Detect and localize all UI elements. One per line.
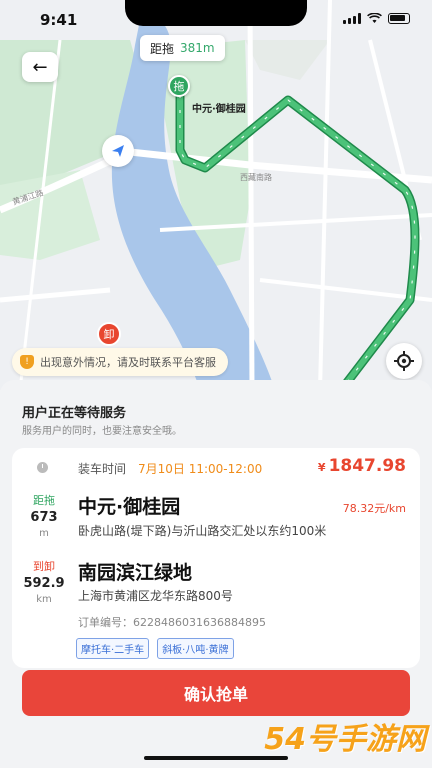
order-tags: 摩托车·二手车 斜板·八吨·黄牌 [76,638,234,659]
pickup-distance-unit: m [39,528,49,539]
destination-marker[interactable]: 卸 [97,322,121,346]
load-time-label: 装车时间 [78,462,127,476]
order-card[interactable]: 装车时间 7月10日 11:00-12:00 ¥1847.98 距拖 673 m… [12,448,420,668]
pickup-distance-label: 距拖 [33,494,55,507]
dropoff-distance: 到卸 592.9 km [22,558,66,605]
wait-subtitle: 服务用户的同时，也要注意安全哦。 [22,426,182,437]
distance-bubble: 距拖 381m [140,35,225,61]
dropoff-distance-unit: km [36,594,52,605]
dropoff-distance-label: 到卸 [33,560,55,573]
pickup-name: 中元·御桂园 [78,496,181,518]
navigation-arrow-icon [102,135,134,167]
load-time-value: 7月10日 11:00-12:00 [138,462,263,476]
signal-icon [343,13,361,24]
distance-value: 381m [180,41,215,55]
locate-button[interactable] [386,343,422,379]
pickup-map-label: 中元·御桂园 [192,104,246,115]
price-value: 1847.98 [328,456,406,476]
locate-icon [394,351,414,371]
pickup-distance: 距拖 673 m [22,492,66,539]
back-button[interactable]: ← [22,52,58,82]
battery-icon [388,13,410,24]
status-time: 9:41 [40,11,78,29]
pickup-marker[interactable]: 拖 [168,75,190,97]
shield-icon: ! [20,355,34,369]
wait-title: 用户正在等待服务 [22,406,127,421]
tag-vehicle: 摩托车·二手车 [76,638,150,659]
notice-text: 出现意外情况，请及时联系平台客服 [40,356,216,369]
home-indicator [144,756,288,760]
order-number: 订单编号：6228486031636884895 [78,616,266,629]
arrow-left-icon: ← [32,56,48,78]
order-panel: 用户正在等待服务 服务用户的同时，也要注意安全哦。 装车时间 7月10日 11:… [0,380,432,768]
pickup-detail: 卧虎山路(堤下路)与沂山路交汇处以东约100米 [78,524,327,538]
road-label-xizang: 西藏南路 [240,173,272,182]
unit-price: 78.32元/km [342,502,406,515]
order-price: ¥1847.98 [318,456,406,476]
status-bar: 9:41 [0,0,432,40]
notice-banner[interactable]: ! 出现意外情况，请及时联系平台客服 [12,348,228,376]
confirm-grab-button[interactable]: 确认抢单 [22,670,410,716]
distance-label: 距拖 [150,41,175,56]
dropoff-distance-num: 592.9 [23,576,65,591]
wifi-icon [367,13,382,23]
dropoff-name: 南园滨江绿地 [78,562,193,584]
notch [125,0,307,26]
clock-icon [37,462,48,473]
watermark: 54号手游网 [264,722,426,757]
tag-truck: 斜板·八吨·黄牌 [157,638,234,659]
dropoff-detail: 上海市黄浦区龙华东路800号 [78,589,233,603]
price-symbol: ¥ [317,461,326,474]
map-view[interactable]: 西藏南路 黄浦江路 9:41 ← 距拖 381m 拖 中元·御桂园 卸 ! 出现… [0,0,432,390]
pickup-distance-num: 673 [30,510,58,525]
status-icons [343,13,410,24]
